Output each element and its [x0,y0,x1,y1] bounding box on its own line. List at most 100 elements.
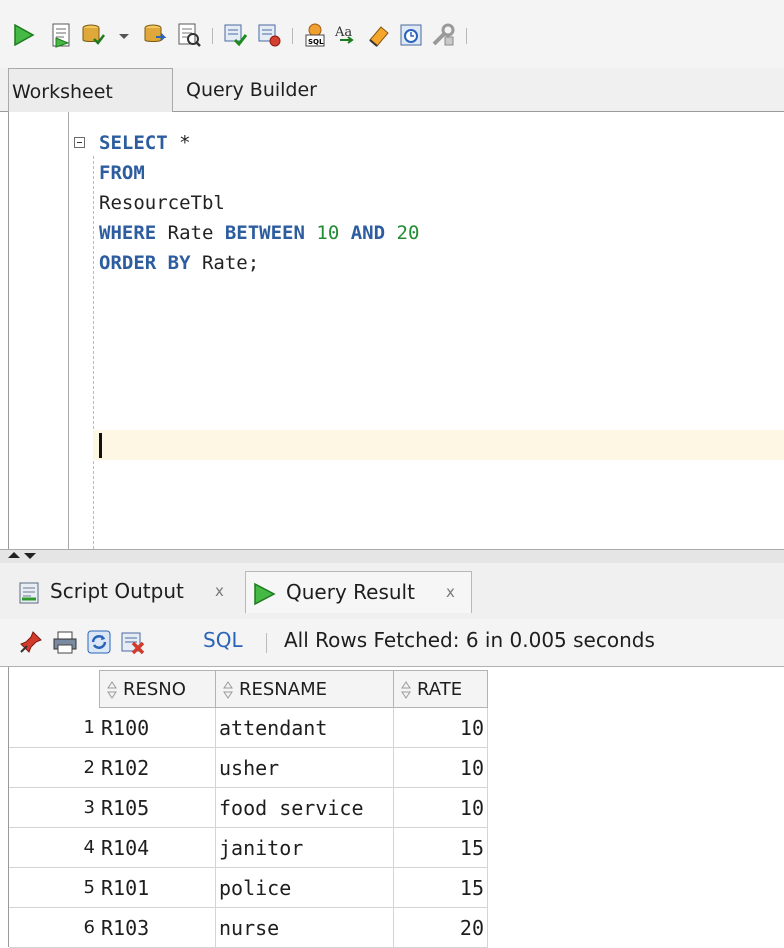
sort-icon[interactable] [400,680,412,700]
toolbar-separator [212,28,213,44]
refresh-icon[interactable] [86,629,112,655]
row-number: 2 [9,748,99,788]
cell-resname[interactable]: nurse [216,908,394,948]
pin-icon[interactable] [18,629,44,655]
tab-query-result[interactable]: Query Result x [245,571,472,613]
cell-resno[interactable]: R105 [99,788,216,828]
run-script-icon[interactable] [48,22,74,48]
column-header-rate[interactable]: RATE [393,670,488,708]
cell-rate[interactable]: 15 [394,868,488,908]
toolbar-separator [466,28,467,44]
column-header-label: RESNO [123,679,186,700]
commit-icon[interactable] [80,22,106,48]
script-output-icon [19,582,39,604]
cell-resno[interactable]: R102 [99,748,216,788]
current-line-highlight [93,430,784,460]
sql-editor[interactable]: SELECT * FROM ResourceTbl WHERE Rate BET… [8,112,784,549]
cell-resname[interactable]: usher [216,748,394,788]
sort-icon[interactable] [106,680,118,700]
tools-wrench-icon[interactable] [430,22,456,48]
pane-splitter[interactable] [0,549,784,563]
row-number: 6 [9,908,99,948]
order-column: Rate; [190,252,260,274]
cell-rate[interactable]: 10 [394,708,488,748]
table-row[interactable]: 2 R102 usher 10 [9,748,489,788]
tab-worksheet[interactable]: Worksheet [8,68,173,112]
sql-history-icon[interactable]: SQL [302,22,328,48]
cell-rate[interactable]: 10 [394,748,488,788]
cell-resno[interactable]: R104 [99,828,216,868]
explain-plan-icon[interactable] [176,22,202,48]
row-number: 5 [9,868,99,908]
keyword-by: BY [167,252,191,274]
tab-query-result-label: Query Result [286,580,415,604]
number-literal-low: 10 [316,222,340,244]
cell-resno[interactable]: R100 [99,708,216,748]
cell-resname[interactable]: attendant [216,708,394,748]
clear-eraser-icon[interactable] [366,22,392,48]
run-statement-icon[interactable] [10,22,36,48]
cancel-query-icon[interactable] [120,629,146,655]
query-result-run-icon [254,582,276,606]
cell-resname[interactable]: food service [216,788,394,828]
print-icon[interactable] [52,629,78,655]
number-literal-high: 20 [396,222,420,244]
close-script-output-icon[interactable]: x [215,571,224,611]
code-fold-guide [93,156,94,549]
sql-link[interactable]: SQL [203,628,243,652]
code-line-3: ResourceTbl [99,188,225,218]
cell-resno[interactable]: R103 [99,908,216,948]
toolbar-separator [292,28,293,44]
code-line-4: WHERE Rate BETWEEN 10 AND 20 [99,218,419,248]
sort-icon[interactable] [222,680,234,700]
table-row[interactable]: 1 R100 attendant 10 [9,708,489,748]
result-toolbar: SQL All Rows Fetched: 6 in 0.005 seconds [0,619,784,667]
cell-rate[interactable]: 10 [394,788,488,828]
code-line-2: FROM [99,158,145,188]
autotrace-icon[interactable] [222,22,248,48]
table-row[interactable]: 6 R103 nurse 20 [9,908,489,948]
fold-collapse-icon[interactable] [74,137,85,148]
svg-text:SQL: SQL [308,38,324,46]
close-query-result-icon[interactable]: x [446,572,455,612]
code-line-1: SELECT * [99,128,191,158]
column-header-label: RESNAME [239,679,327,700]
cell-resname[interactable]: janitor [216,828,394,868]
column-rate: Rate [156,222,225,244]
toolbar-separator [266,633,267,653]
dropdown-arrow-icon[interactable] [115,22,133,48]
fetch-status-text: All Rows Fetched: 6 in 0.005 seconds [284,628,655,652]
tab-script-output[interactable]: Script Output x [12,571,242,613]
keyword-where: WHERE [99,222,157,244]
tab-query-builder[interactable]: Query Builder [186,68,386,112]
splitter-arrows-icon[interactable] [6,550,40,562]
line-gutter-border [68,112,69,549]
to-upper-lower-icon[interactable]: Aa [334,22,360,48]
table-name: ResourceTbl [99,192,225,214]
row-number: 3 [9,788,99,828]
cell-rate[interactable]: 15 [394,828,488,868]
rollback-icon[interactable] [142,22,168,48]
sql-tuning-icon[interactable] [256,22,282,48]
editor-tab-bar: Worksheet Query Builder [0,68,784,112]
keyword-from: FROM [99,162,145,184]
worksheet-toolbar: SQL Aa [0,0,784,68]
table-row[interactable]: 3 R105 food service 10 [9,788,489,828]
keyword-and: AND [350,222,386,244]
keyword-select: SELECT [99,132,168,154]
cell-resno[interactable]: R101 [99,868,216,908]
text-caret [99,433,102,458]
column-header-resno[interactable]: RESNO [99,670,216,708]
table-row[interactable]: 4 R104 janitor 15 [9,828,489,868]
table-row[interactable]: 5 R101 police 15 [9,868,489,908]
history-clock-icon[interactable] [398,22,424,48]
code-line-5: ORDER BY Rate; [99,248,259,278]
row-number: 1 [9,708,99,748]
cell-resname[interactable]: police [216,868,394,908]
column-header-resname[interactable]: RESNAME [215,670,394,708]
column-header-label: RATE [417,679,463,700]
result-grid[interactable]: RESNO RESNAME RATE 1 R100 attendant 10 2… [8,667,784,948]
select-star: * [167,132,191,154]
cell-rate[interactable]: 20 [394,908,488,948]
output-tab-bar: Script Output x Query Result x [0,563,784,619]
